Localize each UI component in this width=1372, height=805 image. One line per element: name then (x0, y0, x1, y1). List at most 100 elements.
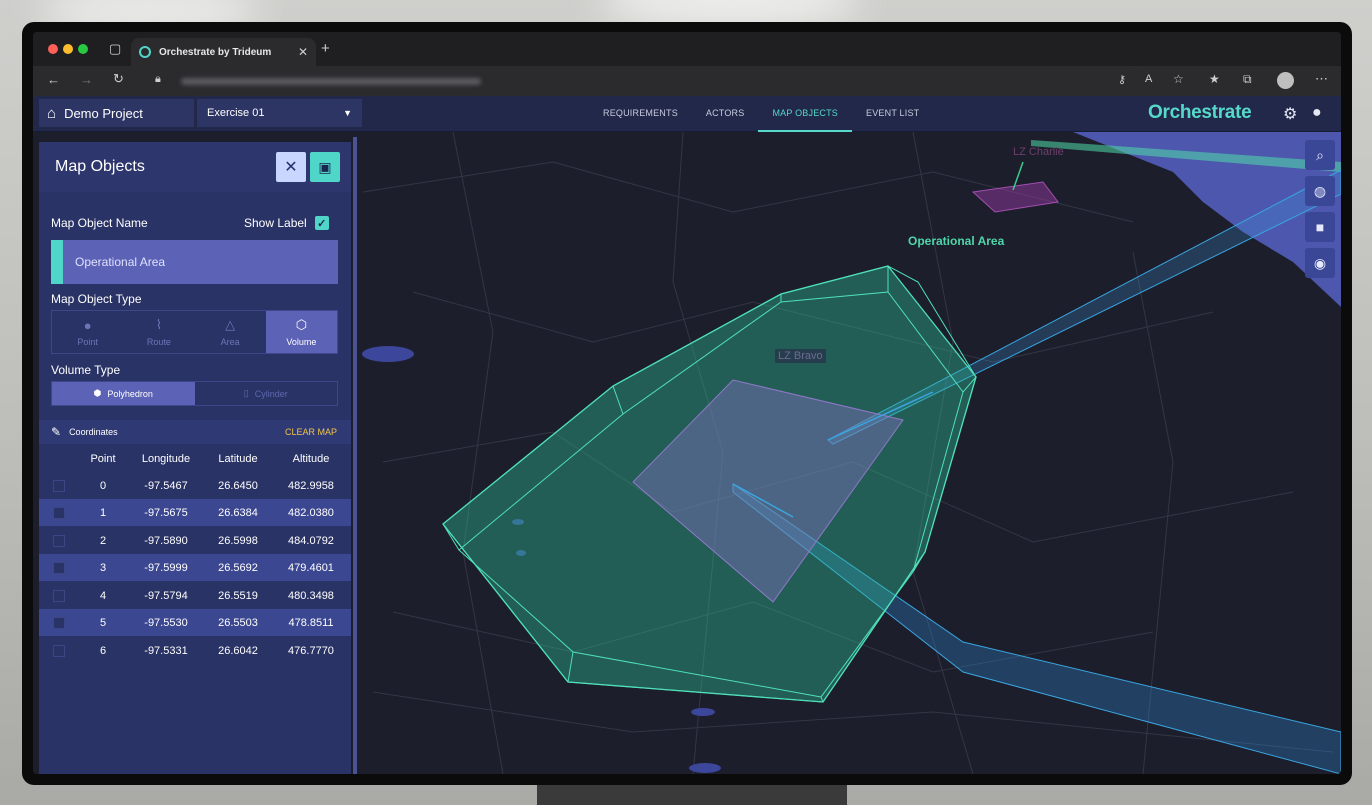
lz-charlie-area[interactable] (971, 181, 1059, 213)
forward-icon[interactable]: → (80, 72, 93, 87)
table-row[interactable]: 2 -97.5890 26.5998 484.0792 (39, 527, 351, 554)
show-label-checkbox[interactable]: ✓ (314, 216, 329, 230)
type-volume-button[interactable]: ⬡ Volume (265, 311, 337, 353)
cell-altitude: 476.7770 (288, 644, 334, 657)
column-longitude: Longitude (141, 453, 191, 465)
cell-point: 3 (99, 561, 107, 574)
close-tab-icon[interactable]: ✕ (298, 45, 308, 59)
cell-point: 5 (99, 616, 107, 629)
type-area-button[interactable]: △ Area (195, 311, 266, 353)
type-point-button[interactable]: ● Point (52, 311, 123, 353)
cell-longitude: -97.5794 (144, 589, 188, 602)
row-checkbox[interactable] (53, 589, 65, 602)
cube-icon: ⬢ (93, 388, 102, 398)
map-object-name-value: Operational Area (75, 255, 166, 269)
table-row[interactable]: 1 -97.5675 26.6384 482.0380 (39, 499, 351, 526)
tab-overview-icon[interactable]: ▢ (109, 41, 121, 57)
chevron-down-icon: ▼ (343, 108, 352, 118)
tab-title: Orchestrate by Trideum (159, 46, 272, 58)
profile-avatar[interactable] (1277, 72, 1294, 89)
browser-tab[interactable]: Orchestrate by Trideum ✕ (131, 38, 316, 66)
cell-latitude: 26.6042 (218, 644, 258, 657)
globe-icon[interactable]: ◍ (1305, 176, 1335, 206)
more-menu-icon[interactable]: ⋯ (1315, 71, 1328, 87)
volume-cylinder-label: Cylinder (254, 388, 288, 399)
close-icon: ✕ (284, 159, 298, 176)
cell-longitude: -97.5467 (144, 479, 188, 492)
settings-gear-icon[interactable]: ⚙ (1283, 104, 1297, 124)
cell-longitude: -97.5530 (144, 616, 188, 629)
cylinder-icon: ▯ (243, 388, 249, 398)
reload-icon[interactable]: ↻ (113, 71, 124, 87)
favorites-icon[interactable]: ★ (1209, 72, 1220, 86)
user-account-icon[interactable]: ● (1312, 104, 1322, 122)
panel-title: Map Objects (55, 158, 145, 175)
pencil-icon[interactable]: ✎ (51, 425, 61, 439)
column-latitude: Latitude (218, 453, 258, 465)
project-selector[interactable]: ⌂ Demo Project (39, 99, 194, 127)
panel-header: Map Objects ✕ ▣ (39, 142, 351, 192)
row-checkbox[interactable] (53, 616, 65, 629)
app-header: ⌂ Demo Project Exercise 01 ▼ REQUIREMENT… (33, 96, 1341, 132)
show-label-text: Show Label (244, 216, 307, 230)
type-route-button[interactable]: ⌇ Route (123, 311, 194, 353)
eye-icon[interactable]: ◉ (1305, 248, 1335, 278)
table-row[interactable]: 4 -97.5794 26.5519 480.3498 (39, 582, 351, 609)
exercise-dropdown[interactable]: Exercise 01 ▼ (197, 99, 362, 127)
nav-event-list[interactable]: EVENT LIST (852, 96, 933, 132)
volume-cylinder-button[interactable]: ▯ Cylinder (195, 382, 338, 405)
table-row[interactable]: 0 -97.5467 26.6450 482.9958 (39, 472, 351, 499)
close-window-button[interactable] (48, 44, 58, 54)
browser-tab-bar: ▢ Orchestrate by Trideum ✕ + (33, 32, 1341, 66)
collections-icon[interactable]: ⧉ (1243, 72, 1252, 87)
add-favorite-icon[interactable]: ☆ (1173, 72, 1184, 86)
project-name: Demo Project (64, 105, 143, 121)
table-row[interactable]: 5 -97.5530 26.5503 478.8511 (39, 609, 351, 636)
cell-altitude: 479.4601 (288, 561, 334, 574)
cell-latitude: 26.5503 (218, 616, 258, 629)
close-button[interactable]: ✕ (276, 152, 306, 182)
row-checkbox[interactable] (53, 561, 65, 574)
row-checkbox[interactable] (53, 506, 65, 519)
show-label-toggle[interactable]: Show Label ✓ (244, 216, 329, 230)
lock-icon: 🔒︎ (155, 73, 161, 85)
nav-requirements[interactable]: REQUIREMENTS (589, 96, 692, 132)
row-checkbox[interactable] (53, 479, 65, 492)
route-icon: ⌇ (155, 317, 163, 332)
type-route-label: Route (146, 337, 171, 347)
label-operational-area: Operational Area (908, 234, 1005, 248)
clear-map-button[interactable]: CLEAR MAP (285, 427, 337, 437)
cell-latitude: 26.6384 (218, 506, 258, 519)
map-object-type-selector: ● Point ⌇ Route △ Area ⬡ Volume (51, 310, 338, 354)
minimize-window-button[interactable] (63, 44, 73, 54)
read-aloud-icon[interactable]: A (1145, 73, 1152, 85)
table-row[interactable]: 6 -97.5331 26.6042 476.7770 (39, 637, 351, 664)
map-objects-panel: Map Objects ✕ ▣ Map Object Name Show Lab… (39, 142, 351, 774)
lake (689, 763, 721, 773)
url-field[interactable]: 🔒︎ (145, 70, 1145, 92)
table-row[interactable]: 3 -97.5999 26.5692 479.4601 (39, 554, 351, 581)
lake (362, 346, 414, 362)
maximize-window-button[interactable] (78, 44, 88, 54)
cell-latitude: 26.5692 (218, 561, 258, 574)
cell-longitude: -97.5999 (144, 561, 188, 574)
nav-map-objects[interactable]: MAP OBJECTS (758, 96, 853, 132)
column-altitude: Altitude (292, 453, 330, 465)
save-button[interactable]: ▣ (310, 152, 340, 182)
panel-scrollbar[interactable] (353, 137, 357, 774)
volume-polyhedron-button[interactable]: ⬢ Polyhedron (52, 382, 195, 405)
row-checkbox[interactable] (53, 644, 65, 657)
back-icon[interactable]: ← (47, 72, 60, 87)
camera-icon[interactable]: ■ (1305, 212, 1335, 242)
row-checkbox[interactable] (53, 534, 65, 547)
key-icon[interactable]: ⚷ (1118, 73, 1126, 86)
cell-latitude: 26.5519 (218, 589, 258, 602)
new-tab-icon[interactable]: + (321, 40, 330, 57)
volume-polyhedron-label: Polyhedron (107, 388, 153, 399)
map-object-name-input[interactable]: Operational Area (51, 240, 338, 284)
browser-address-bar: ← → ↻ 🔒︎ ⚷ A ☆ ★ ⧉ ⋯ (33, 66, 1341, 96)
type-point-label: Point (77, 336, 98, 347)
nav-actors[interactable]: ACTORS (692, 96, 759, 132)
search-icon[interactable]: ⌕ (1305, 140, 1335, 170)
cell-latitude: 26.5998 (218, 534, 258, 547)
